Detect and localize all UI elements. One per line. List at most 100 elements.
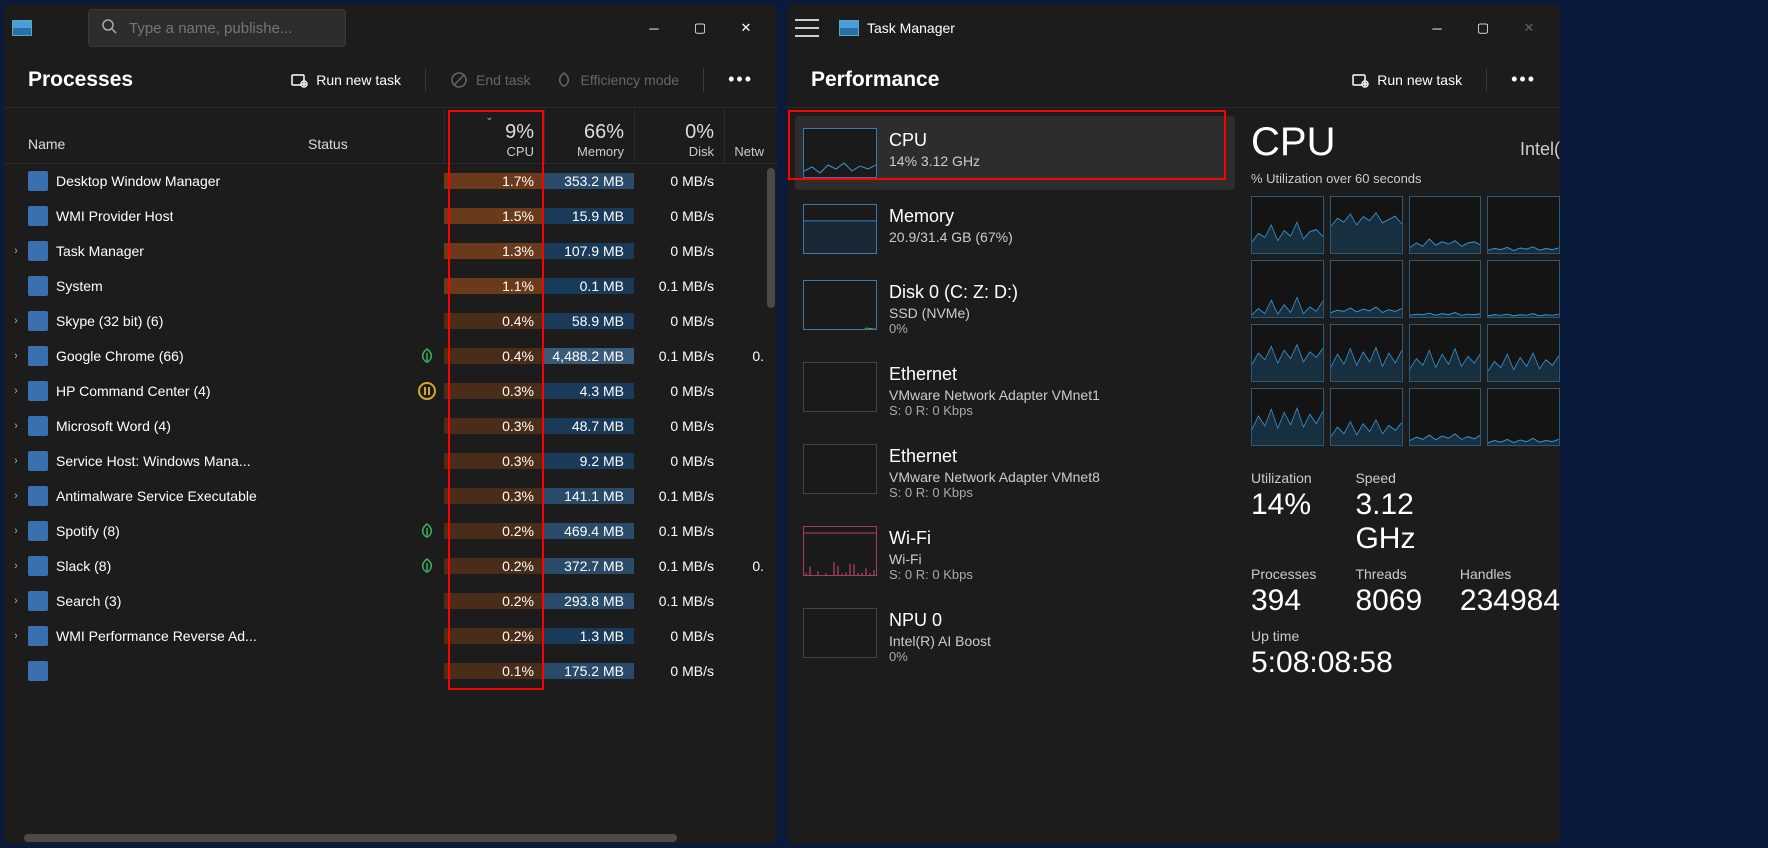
col-status[interactable]: Status: [304, 108, 444, 163]
cpu-cell: 0.4%: [444, 348, 544, 364]
run-new-task-button[interactable]: Run new task: [1351, 71, 1462, 89]
perf-item-name: CPU: [889, 130, 1227, 151]
table-row[interactable]: ›Antimalware Service Executable0.3%141.1…: [4, 479, 777, 514]
perf-thumbnail: [803, 608, 877, 658]
stat-label: Threads: [1355, 566, 1439, 582]
cpu-core-graph: [1409, 324, 1482, 382]
stat-label: Processes: [1251, 566, 1335, 582]
status-cell: [304, 347, 444, 365]
perf-item-sub: SSD (NVMe): [889, 305, 1227, 321]
table-row[interactable]: ›Spotify (8)0.2%469.4 MB0.1 MB/s: [4, 514, 777, 549]
perf-item-npu-0[interactable]: NPU 0Intel(R) AI Boost0%: [795, 596, 1235, 676]
perf-item-wi-fi[interactable]: Wi-FiWi-FiS: 0 R: 0 Kbps: [795, 514, 1235, 594]
close-button[interactable]: ✕: [1506, 12, 1552, 44]
cpu-graphs: [1251, 196, 1560, 446]
page-title: Performance: [811, 68, 1327, 92]
col-cpu[interactable]: ⌄ 9% CPU: [444, 108, 544, 163]
expand-icon[interactable]: ›: [4, 630, 28, 642]
network-cell: 0.: [724, 348, 774, 364]
perf-item-ethernet[interactable]: EthernetVMware Network Adapter VMnet8S: …: [795, 432, 1235, 512]
search-input[interactable]: [129, 20, 333, 37]
process-icon: [28, 486, 48, 506]
disk-cell: 0.1 MB/s: [634, 278, 724, 294]
disk-cell: 0 MB/s: [634, 628, 724, 644]
col-network[interactable]: Netw: [724, 108, 774, 163]
expand-icon[interactable]: ›: [4, 455, 28, 467]
stat-value: 3.12 GHz: [1355, 488, 1439, 556]
col-disk[interactable]: 0% Disk: [634, 108, 724, 163]
process-name: Microsoft Word (4): [56, 418, 171, 434]
expand-icon[interactable]: ›: [4, 420, 28, 432]
expand-icon[interactable]: ›: [4, 350, 28, 362]
perf-item-sub: 14% 3.12 GHz: [889, 153, 1227, 169]
expand-icon[interactable]: ›: [4, 560, 28, 572]
scrollbar-horizontal[interactable]: [24, 834, 677, 842]
cpu-core-graph: [1409, 260, 1482, 318]
app-icon: [12, 20, 32, 36]
cpu-cell: 0.2%: [444, 593, 544, 609]
search-icon: [101, 18, 117, 39]
expand-icon[interactable]: ›: [4, 245, 28, 257]
table-row[interactable]: ›Skype (32 bit) (6)0.4%58.9 MB0 MB/s: [4, 304, 777, 339]
expand-icon[interactable]: ›: [4, 315, 28, 327]
disk-cell: 0 MB/s: [634, 383, 724, 399]
perf-item-cpu[interactable]: CPU 14% 3.12 GHz: [795, 116, 1235, 190]
table-row[interactable]: ›Task Manager1.3%107.9 MB0 MB/s: [4, 234, 777, 269]
close-button[interactable]: ✕: [723, 12, 769, 44]
cpu-cell: 1.7%: [444, 173, 544, 189]
col-memory[interactable]: 66% Memory: [544, 108, 634, 163]
cpu-stats: Utilization 14% Speed 3.12 GHz Processes…: [1251, 470, 1560, 680]
table-row[interactable]: ›Google Chrome (66)0.4%4,488.2 MB0.1 MB/…: [4, 339, 777, 374]
expand-icon[interactable]: ›: [4, 595, 28, 607]
table-row[interactable]: ›Service Host: Windows Mana...0.3%9.2 MB…: [4, 444, 777, 479]
cpu-core-graph: [1487, 260, 1560, 318]
perf-thumbnail: [803, 280, 877, 330]
minimize-button[interactable]: ─: [631, 12, 677, 44]
efficiency-mode-button: Efficiency mode: [555, 71, 680, 89]
table-row[interactable]: Desktop Window Manager1.7%353.2 MB0 MB/s: [4, 164, 777, 199]
efficiency-mode-label: Efficiency mode: [581, 72, 680, 88]
col-name[interactable]: Name: [4, 108, 304, 163]
perf-item-ethernet[interactable]: EthernetVMware Network Adapter VMnet1S: …: [795, 350, 1235, 430]
stat-value: 14%: [1251, 488, 1335, 522]
minimize-button[interactable]: ─: [1414, 12, 1460, 44]
perf-item-disk-0-c-z-d-[interactable]: Disk 0 (C: Z: D:)SSD (NVMe)0%: [795, 268, 1235, 348]
titlebar[interactable]: ─ ▢ ✕: [4, 4, 777, 52]
disk-header-label: Disk: [635, 144, 714, 159]
run-new-task-button[interactable]: Run new task: [290, 71, 401, 89]
table-row[interactable]: ›Slack (8)0.2%372.7 MB0.1 MB/s0.: [4, 549, 777, 584]
scrollbar-vertical[interactable]: [767, 168, 775, 308]
table-row[interactable]: System1.1%0.1 MB0.1 MB/s: [4, 269, 777, 304]
table-row[interactable]: ›WMI Performance Reverse Ad...0.2%1.3 MB…: [4, 619, 777, 654]
cpu-cell: 1.5%: [444, 208, 544, 224]
hamburger-menu-button[interactable]: [795, 19, 819, 37]
search-box[interactable]: [88, 9, 346, 47]
maximize-button[interactable]: ▢: [1460, 12, 1506, 44]
perf-item-name: Ethernet: [889, 446, 1227, 467]
cpu-core-graph: [1251, 388, 1324, 446]
more-button[interactable]: •••: [1511, 69, 1536, 90]
memory-cell: 58.9 MB: [544, 313, 634, 329]
table-row[interactable]: 0.1%175.2 MB0 MB/s: [4, 654, 777, 689]
run-new-task-label: Run new task: [1377, 72, 1462, 88]
expand-icon[interactable]: ›: [4, 385, 28, 397]
memory-cell: 107.9 MB: [544, 243, 634, 259]
table-row[interactable]: ›Microsoft Word (4)0.3%48.7 MB0 MB/s: [4, 409, 777, 444]
table-row[interactable]: WMI Provider Host1.5%15.9 MB0 MB/s: [4, 199, 777, 234]
toolbar: Performance Run new task •••: [787, 52, 1560, 108]
expand-icon[interactable]: ›: [4, 490, 28, 502]
table-row[interactable]: ›Search (3)0.2%293.8 MB0.1 MB/s: [4, 584, 777, 619]
cpu-header-pct: 9%: [445, 121, 534, 144]
cpu-core-graph: [1330, 388, 1403, 446]
status-cell: [304, 522, 444, 540]
titlebar[interactable]: Task Manager ─ ▢ ✕: [787, 4, 1560, 52]
perf-item-memory[interactable]: Memory20.9/31.4 GB (67%): [795, 192, 1235, 266]
table-row[interactable]: ›HP Command Center (4)0.3%4.3 MB0 MB/s: [4, 374, 777, 409]
process-name: WMI Provider Host: [56, 208, 173, 224]
disk-header-pct: 0%: [635, 121, 714, 144]
maximize-button[interactable]: ▢: [677, 12, 723, 44]
expand-icon[interactable]: ›: [4, 525, 28, 537]
more-button[interactable]: •••: [728, 69, 753, 90]
memory-cell: 4.3 MB: [544, 383, 634, 399]
memory-cell: 15.9 MB: [544, 208, 634, 224]
